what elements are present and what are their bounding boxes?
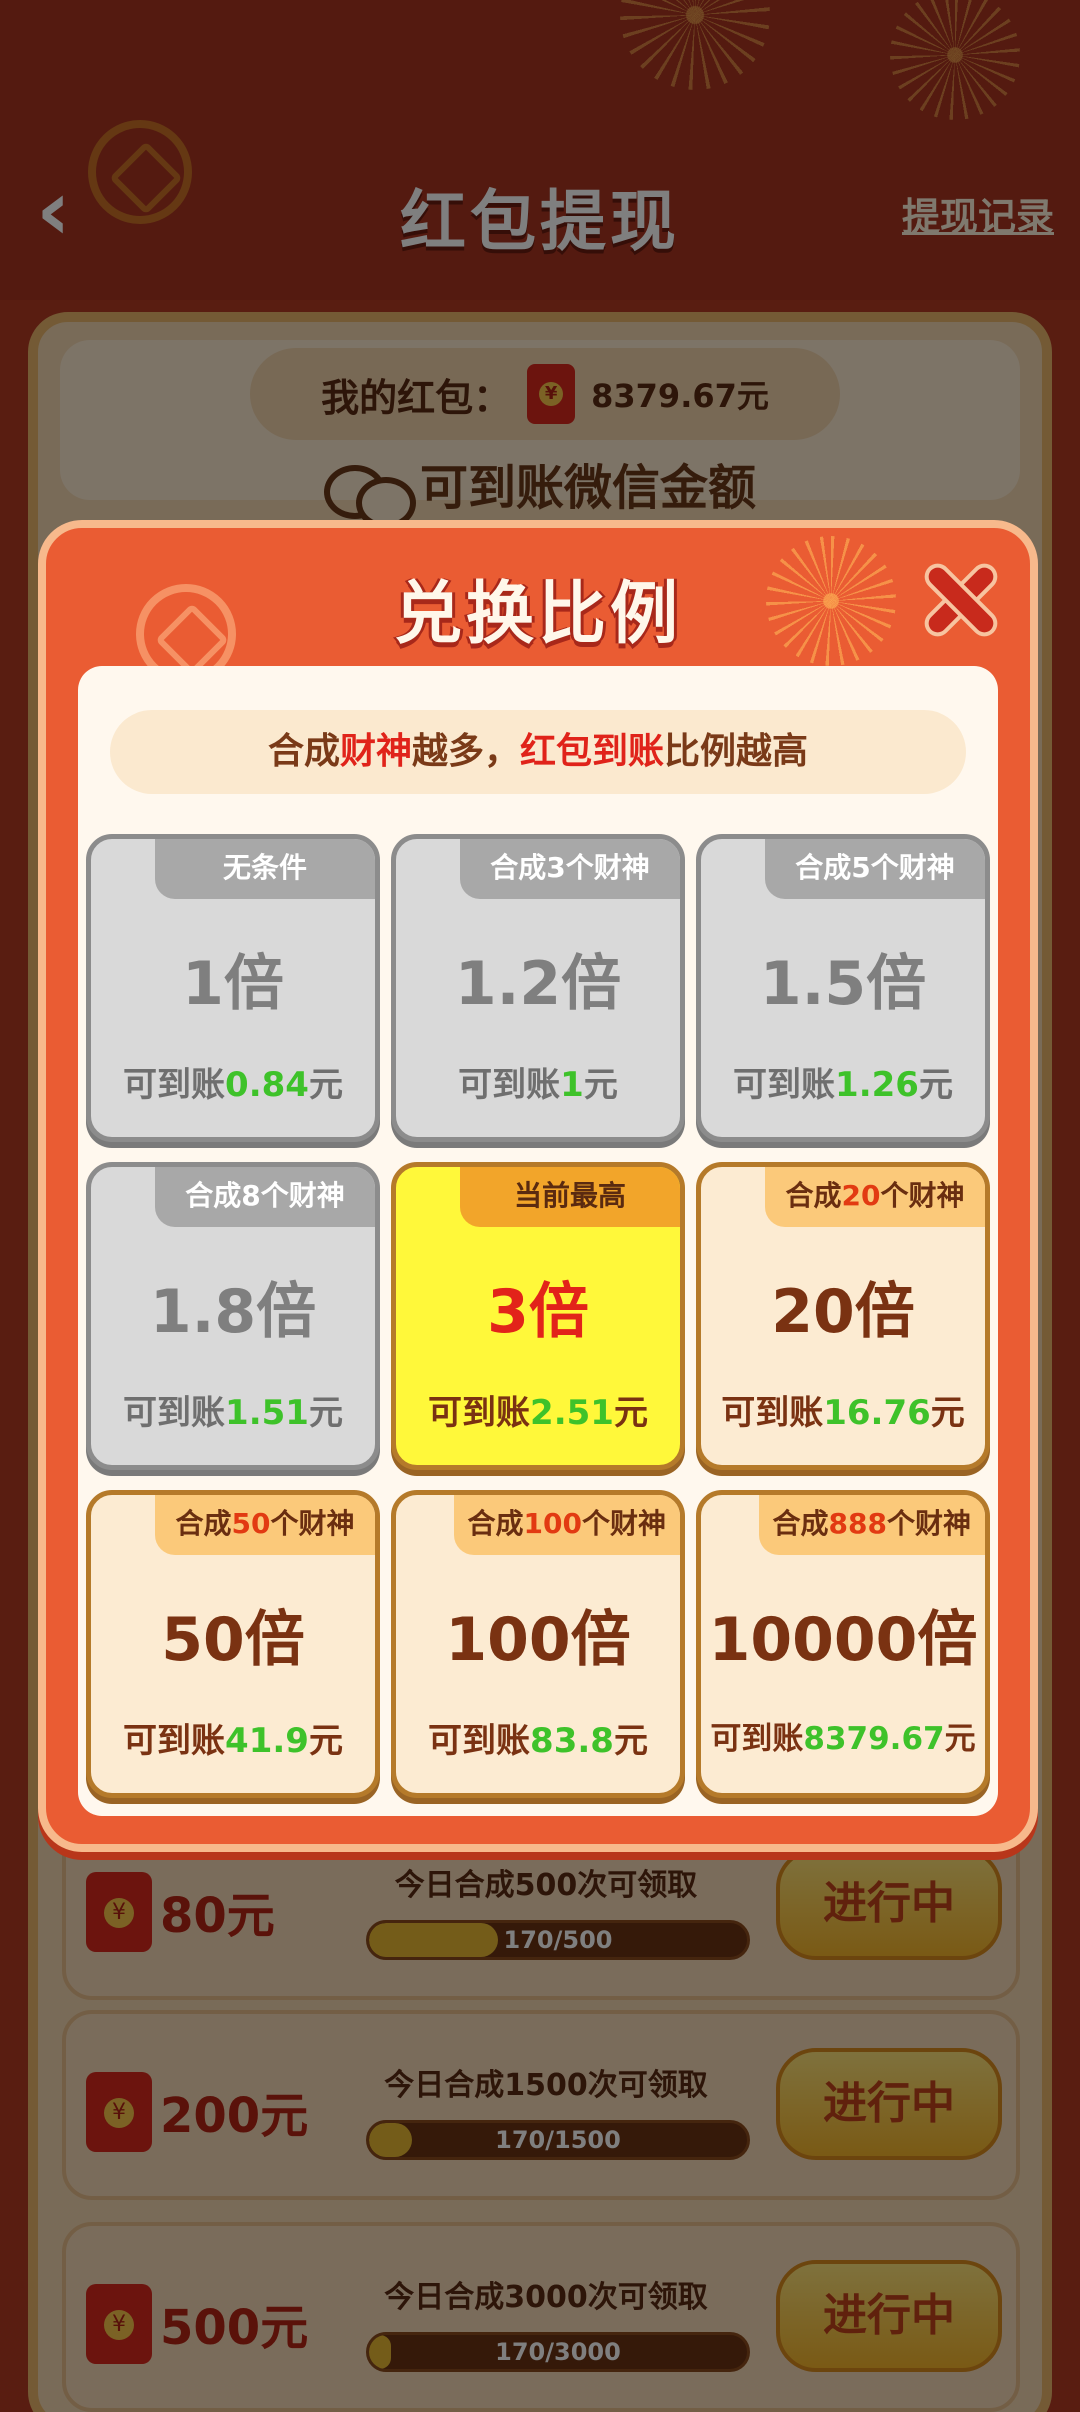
hint-text: 越多，: [411, 731, 520, 772]
ratio-tile: 无条件 1倍 可到账0.84元: [86, 834, 380, 1142]
ratio-tile-current: 当前最高 3倍 可到账2.51元: [391, 1162, 685, 1470]
modal-title: 兑换比例: [393, 575, 682, 654]
tile-payout: 可到账16.76元: [721, 1393, 965, 1433]
tile-multiplier: 10000倍: [708, 1605, 978, 1675]
hint-highlight: 红包到账: [520, 731, 665, 772]
tile-multiplier: 100倍: [445, 1605, 631, 1675]
ratio-tile: 合成20个财神 20倍 可到账16.76元: [696, 1162, 990, 1470]
ratio-tile: 合成3个财神 1.2倍 可到账1元: [391, 834, 685, 1142]
ratio-hint: 合成财神越多，红包到账比例越高: [110, 710, 966, 794]
ratio-tile: 合成100个财神 100倍 可到账83.8元: [391, 1490, 685, 1798]
hint-highlight: 财神: [339, 731, 412, 772]
exchange-ratio-modal: 兑换比例 合成财神越多，红包到账比例越高 无条件 1倍 可到账0.84元 合成3…: [38, 520, 1038, 1852]
tile-condition-tag: 合成3个财神: [460, 839, 680, 899]
tile-condition-tag: 合成100个财神: [453, 1495, 680, 1555]
tile-condition-tag: 无条件: [155, 839, 375, 899]
tile-condition-tag: 当前最高: [460, 1167, 680, 1227]
tile-payout: 可到账83.8元: [428, 1721, 648, 1761]
tile-condition-tag: 合成50个财神: [155, 1495, 375, 1555]
ratio-tile: 合成888个财神 10000倍 可到账8379.67元: [696, 1490, 990, 1798]
ratio-tile: 合成8个财神 1.8倍 可到账1.51元: [86, 1162, 380, 1470]
tile-condition-tag: 合成888个财神: [758, 1495, 985, 1555]
tile-multiplier: 1.8倍: [149, 1277, 317, 1347]
tile-payout: 可到账41.9元: [123, 1721, 343, 1761]
ratio-tile: 合成5个财神 1.5倍 可到账1.26元: [696, 834, 990, 1142]
tile-payout: 可到账1.51元: [123, 1393, 343, 1433]
tile-condition-tag: 合成8个财神: [155, 1167, 375, 1227]
tile-multiplier: 50倍: [161, 1605, 305, 1675]
tile-condition-tag: 合成20个财神: [765, 1167, 985, 1227]
tile-multiplier: 3倍: [487, 1277, 589, 1347]
modal-body: 合成财神越多，红包到账比例越高 无条件 1倍 可到账0.84元 合成3个财神 1…: [78, 666, 998, 1816]
tile-condition-tag: 合成5个财神: [765, 839, 985, 899]
tile-payout: 可到账0.84元: [123, 1065, 343, 1105]
tile-multiplier: 1倍: [182, 949, 284, 1019]
tile-multiplier: 20倍: [771, 1277, 915, 1347]
tile-payout: 可到账1元: [458, 1065, 618, 1105]
hint-text: 比例越高: [664, 731, 809, 772]
tile-payout: 可到账2.51元: [428, 1393, 648, 1433]
ratio-tile: 合成50个财神 50倍 可到账41.9元: [86, 1490, 380, 1798]
tile-payout: 可到账8379.67元: [710, 1721, 976, 1757]
tile-multiplier: 1.2倍: [454, 949, 622, 1019]
tile-payout: 可到账1.26元: [733, 1065, 953, 1105]
tile-multiplier: 1.5倍: [759, 949, 927, 1019]
close-icon[interactable]: [922, 562, 998, 638]
hint-text: 合成: [267, 731, 340, 772]
